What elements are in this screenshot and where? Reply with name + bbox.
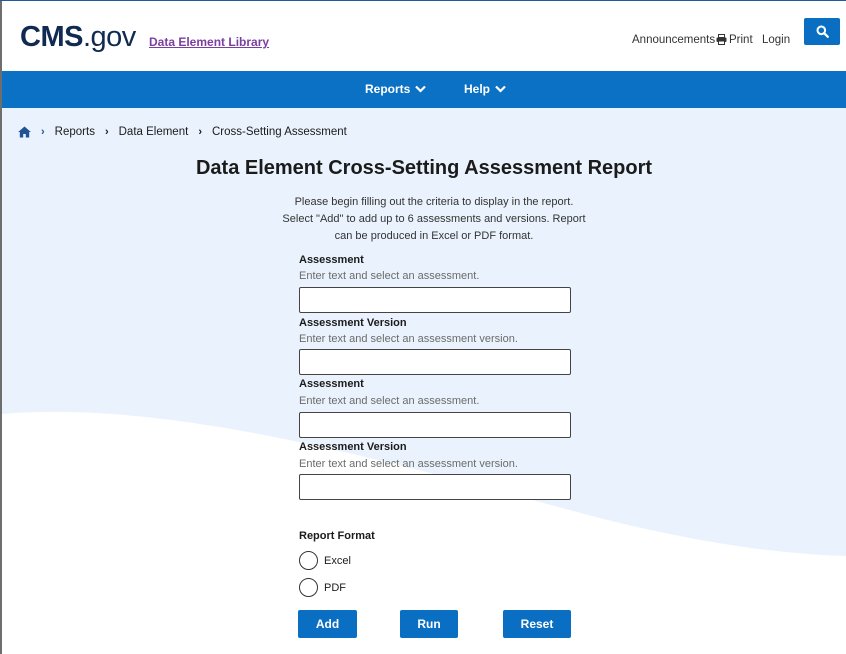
nav-reports[interactable]: Reports	[365, 82, 427, 96]
breadcrumb-data-element[interactable]: Data Element	[119, 126, 189, 138]
breadcrumb-separator-icon: ›	[41, 126, 45, 138]
search-button[interactable]	[804, 18, 840, 45]
format-option-pdf[interactable]: PDF	[299, 578, 346, 597]
format-option-excel[interactable]: Excel	[299, 551, 351, 570]
nav-help[interactable]: Help	[464, 82, 506, 96]
assessment-2-label: Assessment	[299, 378, 364, 390]
breadcrumb-current: Cross-Setting Assessment	[211, 126, 347, 138]
window-border	[0, 0, 2, 654]
home-icon[interactable]	[18, 126, 31, 138]
main-nav: Reports Help	[2, 71, 846, 108]
chevron-down-icon	[495, 85, 506, 93]
assessment-1-hint: Enter text and select an assessment.	[299, 270, 480, 282]
main-content: › Reports › Data Element › Cross-Setting…	[2, 108, 846, 654]
printer-icon	[716, 34, 727, 45]
logo-cms-text: CMS	[20, 21, 83, 53]
intro-line: can be produced in Excel or PDF format.	[334, 230, 534, 242]
print-link[interactable]: Print	[716, 34, 753, 46]
announcements-link[interactable]: Announcements	[632, 34, 715, 46]
breadcrumb-separator-icon: ›	[198, 126, 202, 138]
breadcrumb-separator-icon: ›	[104, 126, 109, 138]
run-button[interactable]: Run	[400, 610, 458, 638]
nav-reports-label: Reports	[365, 82, 411, 96]
assessment-1-input[interactable]	[299, 287, 571, 313]
logo-gov-text: gov	[90, 21, 137, 53]
intro-line: Select "Add" to add up to 6 assessments …	[282, 213, 586, 225]
cms-logo[interactable]: CMS.gov	[20, 21, 136, 54]
site-header: CMS.gov Data Element Library Announcemen…	[2, 1, 846, 71]
nav-help-label: Help	[464, 82, 491, 96]
intro-text: Please begin filling out the criteria to…	[274, 194, 594, 245]
excel-radio[interactable]	[299, 551, 318, 570]
pdf-label: PDF	[324, 581, 346, 594]
assessment-2-hint: Enter text and select an assessment.	[299, 395, 480, 407]
logo-dot-text: .	[82, 21, 91, 53]
assessment-version-2-hint: Enter text and select an assessment vers…	[299, 458, 518, 470]
pdf-radio[interactable]	[299, 578, 318, 597]
add-button[interactable]: Add	[298, 610, 357, 638]
report-format-label: Report Format	[299, 530, 375, 542]
assessment-version-1-hint: Enter text and select an assessment vers…	[299, 333, 518, 345]
window-top-border	[0, 0, 846, 1]
assessment-version-1-label: Assessment Version	[299, 317, 407, 329]
search-icon	[816, 25, 829, 38]
data-element-library-link[interactable]: Data Element Library	[149, 35, 269, 49]
reset-button[interactable]: Reset	[503, 610, 571, 638]
page-title: Data Element Cross-Setting Assessment Re…	[195, 157, 653, 179]
chevron-down-icon	[415, 85, 427, 93]
background-wave	[2, 411, 846, 654]
breadcrumb-reports[interactable]: Reports	[55, 126, 95, 138]
intro-line: Please begin filling out the criteria to…	[294, 196, 574, 208]
print-label: Print	[729, 34, 753, 46]
assessment-1-label: Assessment	[299, 254, 364, 266]
assessment-version-1-input[interactable]	[299, 349, 571, 375]
breadcrumb: › Reports › Data Element › Cross-Setting…	[18, 126, 347, 138]
excel-label: Excel	[324, 554, 351, 567]
assessment-version-2-label: Assessment Version	[299, 441, 407, 453]
login-link[interactable]: Login	[762, 34, 790, 46]
assessment-version-2-input[interactable]	[299, 474, 571, 500]
assessment-2-input[interactable]	[299, 412, 571, 438]
